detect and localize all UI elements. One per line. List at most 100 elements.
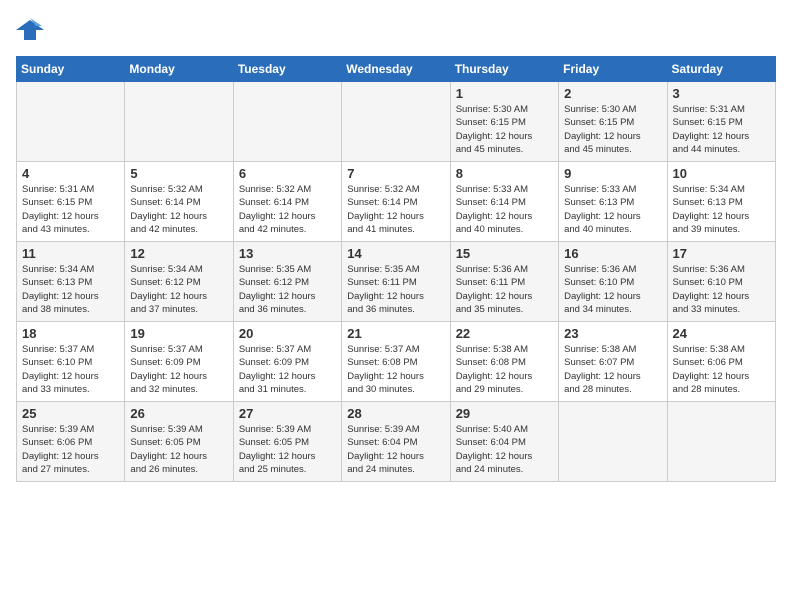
weekday-header: Friday [559, 57, 667, 82]
calendar-cell: 2 Sunrise: 5:30 AM Sunset: 6:15 PM Daylig… [559, 82, 667, 162]
day-number: 8 [456, 166, 553, 181]
day-number: 1 [456, 86, 553, 101]
calendar-cell: 29 Sunrise: 5:40 AM Sunset: 6:04 PM Dayli… [450, 402, 558, 482]
day-info: Sunrise: 5:34 AM Sunset: 6:13 PM Dayligh… [22, 263, 119, 316]
day-info: Sunrise: 5:38 AM Sunset: 6:06 PM Dayligh… [673, 343, 770, 396]
day-number: 7 [347, 166, 444, 181]
day-info: Sunrise: 5:31 AM Sunset: 6:15 PM Dayligh… [22, 183, 119, 236]
day-number: 2 [564, 86, 661, 101]
day-info: Sunrise: 5:33 AM Sunset: 6:13 PM Dayligh… [564, 183, 661, 236]
calendar-cell: 19 Sunrise: 5:37 AM Sunset: 6:09 PM Dayli… [125, 322, 233, 402]
calendar-body: 1 Sunrise: 5:30 AM Sunset: 6:15 PM Daylig… [17, 82, 776, 482]
day-number: 15 [456, 246, 553, 261]
calendar-cell: 1 Sunrise: 5:30 AM Sunset: 6:15 PM Daylig… [450, 82, 558, 162]
calendar-cell [233, 82, 341, 162]
day-number: 16 [564, 246, 661, 261]
calendar-cell: 4 Sunrise: 5:31 AM Sunset: 6:15 PM Daylig… [17, 162, 125, 242]
day-info: Sunrise: 5:38 AM Sunset: 6:08 PM Dayligh… [456, 343, 553, 396]
weekday-header: Thursday [450, 57, 558, 82]
day-number: 14 [347, 246, 444, 261]
day-number: 10 [673, 166, 770, 181]
day-info: Sunrise: 5:37 AM Sunset: 6:09 PM Dayligh… [130, 343, 227, 396]
weekday-header: Monday [125, 57, 233, 82]
day-number: 23 [564, 326, 661, 341]
day-number: 9 [564, 166, 661, 181]
calendar-cell: 20 Sunrise: 5:37 AM Sunset: 6:09 PM Dayli… [233, 322, 341, 402]
calendar-cell [342, 82, 450, 162]
day-info: Sunrise: 5:30 AM Sunset: 6:15 PM Dayligh… [564, 103, 661, 156]
day-number: 25 [22, 406, 119, 421]
day-number: 18 [22, 326, 119, 341]
day-info: Sunrise: 5:32 AM Sunset: 6:14 PM Dayligh… [130, 183, 227, 236]
calendar-cell: 16 Sunrise: 5:36 AM Sunset: 6:10 PM Dayli… [559, 242, 667, 322]
calendar-cell: 3 Sunrise: 5:31 AM Sunset: 6:15 PM Daylig… [667, 82, 775, 162]
weekday-row: SundayMondayTuesdayWednesdayThursdayFrid… [17, 57, 776, 82]
day-number: 20 [239, 326, 336, 341]
calendar-cell: 14 Sunrise: 5:35 AM Sunset: 6:11 PM Dayli… [342, 242, 450, 322]
calendar-cell: 26Sunrise: 5:39 AM Sunset: 6:05 PM Dayli… [125, 402, 233, 482]
day-number: 3 [673, 86, 770, 101]
day-info: Sunrise: 5:38 AM Sunset: 6:07 PM Dayligh… [564, 343, 661, 396]
calendar-cell: 28 Sunrise: 5:39 AM Sunset: 6:04 PM Dayli… [342, 402, 450, 482]
day-info: Sunrise: 5:39 AM Sunset: 6:05 PM Dayligh… [239, 423, 336, 476]
day-number: 12 [130, 246, 227, 261]
day-number: 6 [239, 166, 336, 181]
weekday-header: Tuesday [233, 57, 341, 82]
day-number: 4 [22, 166, 119, 181]
calendar-week-row: 18Sunrise: 5:37 AM Sunset: 6:10 PM Dayli… [17, 322, 776, 402]
day-info: Sunrise: 5:35 AM Sunset: 6:11 PM Dayligh… [347, 263, 444, 316]
calendar-cell: 27 Sunrise: 5:39 AM Sunset: 6:05 PM Dayli… [233, 402, 341, 482]
calendar-cell [125, 82, 233, 162]
calendar-cell [559, 402, 667, 482]
calendar-cell: 6 Sunrise: 5:32 AM Sunset: 6:14 PM Daylig… [233, 162, 341, 242]
day-info: Sunrise: 5:30 AM Sunset: 6:15 PM Dayligh… [456, 103, 553, 156]
calendar-table: SundayMondayTuesdayWednesdayThursdayFrid… [16, 56, 776, 482]
day-info: Sunrise: 5:36 AM Sunset: 6:10 PM Dayligh… [564, 263, 661, 316]
day-info: Sunrise: 5:37 AM Sunset: 6:08 PM Dayligh… [347, 343, 444, 396]
day-number: 22 [456, 326, 553, 341]
weekday-header: Sunday [17, 57, 125, 82]
day-number: 17 [673, 246, 770, 261]
calendar-cell: 21 Sunrise: 5:37 AM Sunset: 6:08 PM Dayli… [342, 322, 450, 402]
day-number: 28 [347, 406, 444, 421]
day-info: Sunrise: 5:37 AM Sunset: 6:09 PM Dayligh… [239, 343, 336, 396]
calendar-week-row: 25 Sunrise: 5:39 AM Sunset: 6:06 PM Dayli… [17, 402, 776, 482]
day-info: Sunrise: 5:34 AM Sunset: 6:12 PM Dayligh… [130, 263, 227, 316]
calendar-cell: 11Sunrise: 5:34 AM Sunset: 6:13 PM Dayli… [17, 242, 125, 322]
day-number: 5 [130, 166, 227, 181]
day-info: Sunrise: 5:40 AM Sunset: 6:04 PM Dayligh… [456, 423, 553, 476]
calendar-cell: 9 Sunrise: 5:33 AM Sunset: 6:13 PM Daylig… [559, 162, 667, 242]
page-header [16, 16, 776, 44]
calendar-cell: 23 Sunrise: 5:38 AM Sunset: 6:07 PM Dayli… [559, 322, 667, 402]
calendar-cell: 22 Sunrise: 5:38 AM Sunset: 6:08 PM Dayli… [450, 322, 558, 402]
day-number: 29 [456, 406, 553, 421]
day-info: Sunrise: 5:39 AM Sunset: 6:06 PM Dayligh… [22, 423, 119, 476]
calendar-cell: 25 Sunrise: 5:39 AM Sunset: 6:06 PM Dayli… [17, 402, 125, 482]
day-info: Sunrise: 5:39 AM Sunset: 6:04 PM Dayligh… [347, 423, 444, 476]
logo-icon [16, 16, 44, 44]
day-number: 27 [239, 406, 336, 421]
calendar-cell: 13 Sunrise: 5:35 AM Sunset: 6:12 PM Dayli… [233, 242, 341, 322]
day-info: Sunrise: 5:34 AM Sunset: 6:13 PM Dayligh… [673, 183, 770, 236]
day-number: 24 [673, 326, 770, 341]
calendar-cell [17, 82, 125, 162]
calendar-cell [667, 402, 775, 482]
calendar-cell: 10 Sunrise: 5:34 AM Sunset: 6:13 PM Dayli… [667, 162, 775, 242]
calendar-cell: 15 Sunrise: 5:36 AM Sunset: 6:11 PM Dayli… [450, 242, 558, 322]
day-number: 13 [239, 246, 336, 261]
weekday-header: Wednesday [342, 57, 450, 82]
day-number: 21 [347, 326, 444, 341]
day-info: Sunrise: 5:32 AM Sunset: 6:14 PM Dayligh… [239, 183, 336, 236]
day-number: 26 [130, 406, 227, 421]
calendar-cell: 18Sunrise: 5:37 AM Sunset: 6:10 PM Dayli… [17, 322, 125, 402]
calendar-cell: 8Sunrise: 5:33 AM Sunset: 6:14 PM Daylig… [450, 162, 558, 242]
day-info: Sunrise: 5:35 AM Sunset: 6:12 PM Dayligh… [239, 263, 336, 316]
calendar-cell: 17Sunrise: 5:36 AM Sunset: 6:10 PM Dayli… [667, 242, 775, 322]
day-info: Sunrise: 5:32 AM Sunset: 6:14 PM Dayligh… [347, 183, 444, 236]
calendar-cell: 5 Sunrise: 5:32 AM Sunset: 6:14 PM Daylig… [125, 162, 233, 242]
day-info: Sunrise: 5:31 AM Sunset: 6:15 PM Dayligh… [673, 103, 770, 156]
calendar-cell: 24 Sunrise: 5:38 AM Sunset: 6:06 PM Dayli… [667, 322, 775, 402]
day-info: Sunrise: 5:36 AM Sunset: 6:11 PM Dayligh… [456, 263, 553, 316]
day-number: 19 [130, 326, 227, 341]
calendar-week-row: 11Sunrise: 5:34 AM Sunset: 6:13 PM Dayli… [17, 242, 776, 322]
